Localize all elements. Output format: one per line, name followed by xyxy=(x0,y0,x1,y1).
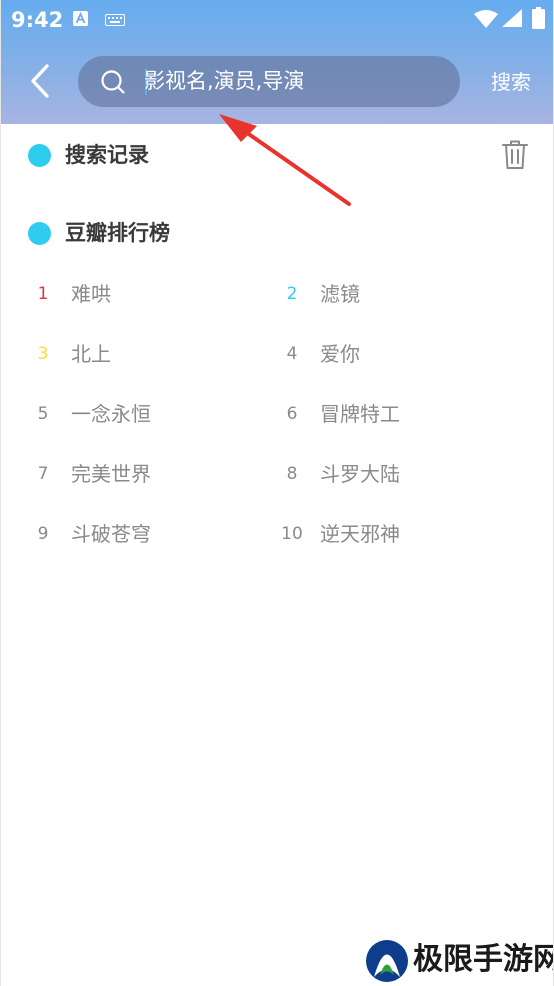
watermark-text: 极限手游网 xyxy=(413,942,554,977)
trash-icon[interactable] xyxy=(502,140,528,170)
ranking-number: 4 xyxy=(286,344,298,364)
ranking-title-text: 逆天邪神 xyxy=(320,522,400,546)
ranking-title-text: 一念永恒 xyxy=(71,402,151,426)
search-history-header: 搜索记录 xyxy=(28,139,149,171)
app-a-icon xyxy=(73,11,88,26)
signal-icon xyxy=(502,9,522,27)
ranking-title-text: 冒牌特工 xyxy=(320,402,400,426)
search-bar[interactable] xyxy=(78,56,460,107)
search-button[interactable]: 搜索 xyxy=(481,66,541,98)
section-dot xyxy=(28,143,51,167)
search-input[interactable] xyxy=(144,64,444,98)
status-time: 9:42 xyxy=(11,8,64,32)
ranking-title-text: 斗罗大陆 xyxy=(320,462,400,486)
ranking-title-text: 完美世界 xyxy=(71,462,151,486)
search-header: 9:42 影视名,演员,导演 搜索 xyxy=(1,0,553,124)
ranking-title: 豆瓣排行榜 xyxy=(65,221,170,245)
ranking-title-text: 难哄 xyxy=(71,282,111,306)
battery-icon xyxy=(532,7,545,29)
ranking-number: 5 xyxy=(37,404,49,424)
search-history-title: 搜索记录 xyxy=(65,143,149,167)
section-dot xyxy=(28,221,51,245)
status-bar: 9:42 xyxy=(1,0,553,40)
ranking-title-text: 北上 xyxy=(71,342,111,366)
ranking-number: 1 xyxy=(37,284,49,304)
ranking-header: 豆瓣排行榜 xyxy=(28,217,170,249)
search-icon xyxy=(101,70,125,94)
watermark: 极限手游网 xyxy=(363,938,553,984)
watermark-logo-icon xyxy=(366,940,408,982)
ranking-title-text: 斗破苍穹 xyxy=(71,522,151,546)
ranking-number: 3 xyxy=(37,344,49,364)
ranking-title-text: 爱你 xyxy=(320,342,360,366)
ranking-title-text: 滤镜 xyxy=(320,282,360,306)
keyboard-icon xyxy=(105,14,125,26)
ranking-number: 8 xyxy=(286,464,298,484)
back-arrow-icon[interactable] xyxy=(25,62,59,100)
ranking-number: 2 xyxy=(286,284,298,304)
ranking-number: 10 xyxy=(281,524,303,544)
ranking-number: 7 xyxy=(37,464,49,484)
ranking-number: 9 xyxy=(37,524,49,544)
wifi-icon xyxy=(474,10,498,28)
search-screen: 9:42 影视名,演员,导演 搜索 搜索记录 豆瓣排行榜 1 难哄 2 滤镜 3… xyxy=(0,0,554,986)
ranking-number: 6 xyxy=(286,404,298,424)
